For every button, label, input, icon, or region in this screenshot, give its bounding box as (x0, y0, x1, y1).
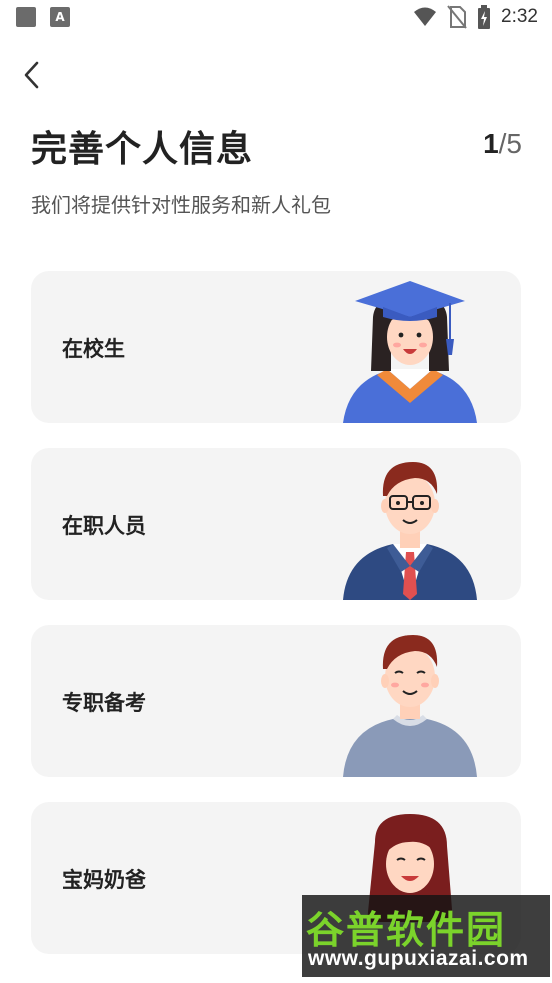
graduate-figure (343, 281, 477, 423)
watermark-title: 谷普软件园 (306, 908, 507, 952)
office-worker-figure (343, 462, 477, 600)
option-card-fulltime-prep[interactable]: 专职备考 (31, 625, 521, 777)
option-card-student[interactable]: 在校生 (31, 271, 521, 423)
page-subtitle: 我们将提供针对性服务和新人礼包 (31, 193, 331, 217)
page-title: 完善个人信息 (31, 129, 254, 170)
status-bar: A 2:32 (0, 0, 552, 36)
notification-square-icon (16, 7, 36, 27)
watermark-url: www.gupuxiazai.com (308, 947, 529, 970)
option-label: 在职人员 (62, 514, 146, 538)
step-progress: 1/5 (483, 128, 522, 160)
no-sim-icon (447, 5, 467, 29)
profile-setup-page: A 2:32 完善个人信息 1/5 我们将提供针对性服务和新人礼包 在校生 在职… (0, 0, 552, 983)
watermark: 谷普软件园 www.gupuxiazai.com (302, 895, 550, 977)
wifi-icon (414, 7, 437, 26)
option-card-employee[interactable]: 在职人员 (31, 448, 521, 600)
battery-charging-icon (478, 5, 491, 29)
option-label: 在校生 (62, 337, 125, 361)
student-man-figure (343, 635, 477, 777)
progress-current: 1 (483, 128, 499, 159)
option-label: 专职备考 (62, 691, 146, 715)
option-label: 宝妈奶爸 (62, 868, 146, 892)
text-a-icon: A (50, 7, 70, 27)
status-time: 2:32 (501, 6, 538, 27)
back-button[interactable] (16, 58, 50, 92)
progress-total: /5 (498, 128, 522, 159)
chevron-left-icon (24, 61, 39, 89)
